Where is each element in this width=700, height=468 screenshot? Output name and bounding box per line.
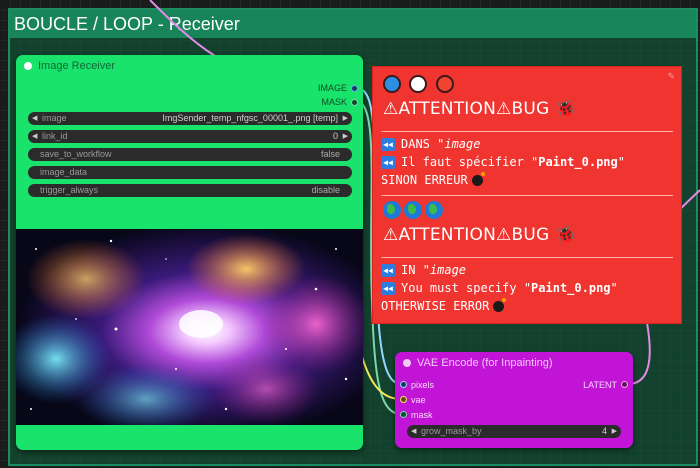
input-slot-vae[interactable] (400, 396, 407, 403)
arrow-left-icon[interactable]: ◀ (32, 130, 37, 143)
warning-icon: ⚠ (496, 99, 512, 119)
globe-icon (404, 201, 422, 219)
output-slot-image[interactable] (351, 85, 358, 92)
widget-label: image (42, 113, 67, 123)
node-title[interactable]: Image Receiver (16, 55, 363, 77)
link-id-number-widget[interactable]: ◀ link_id 0 ▶ (28, 130, 352, 143)
heading-fr: ⚠ATTENTION⚠BUG 🐞 (383, 99, 576, 119)
arrow-right-icon[interactable]: ▶ (612, 425, 617, 438)
node-title[interactable]: VAE Encode (for Inpainting) (395, 352, 633, 374)
fr-line-1: ◀◀ DANS "image (381, 137, 480, 151)
image-receiver-node[interactable]: Image Receiver IMAGE MASK ◀ image ImgSen… (16, 55, 363, 450)
warning-icon: ⚠ (496, 225, 512, 245)
input-label-pixels: pixels (411, 380, 435, 390)
globe-icon (425, 201, 443, 219)
group-title[interactable]: BOUCLE / LOOP - Receiver (10, 10, 696, 38)
vae-encode-node[interactable]: VAE Encode (for Inpainting) pixels vae m… (395, 352, 633, 448)
globe-row (383, 201, 446, 219)
red-circle-icon (435, 75, 454, 93)
globe-icon (383, 201, 401, 219)
widget-label: grow_mask_by (421, 426, 482, 436)
arrow-left-icon[interactable]: ◀ (32, 112, 37, 125)
color-circles (383, 75, 458, 93)
edit-icon[interactable]: ✎ (667, 71, 675, 82)
input-slot-mask[interactable] (400, 411, 407, 418)
output-label-mask: MASK (321, 97, 347, 107)
save-to-workflow-toggle[interactable]: save_to_workflow false (28, 148, 352, 161)
en-line-3: OTHERWISE ERROR (381, 298, 507, 313)
rewind-icon: ◀◀ (381, 156, 395, 169)
output-slot-latent[interactable] (621, 381, 628, 388)
heading-attention: ATTENTION (398, 99, 496, 119)
white-circle-icon (409, 75, 428, 93)
heading-en: ⚠ATTENTION⚠BUG 🐞 (383, 225, 576, 245)
fr-line-3: SINON ERREUR (381, 172, 485, 187)
node-title-text: Image Receiver (38, 60, 116, 72)
collapse-dot-icon[interactable] (24, 62, 32, 70)
nebula-image (16, 229, 363, 425)
input-slot-pixels[interactable] (400, 381, 407, 388)
en-line-2: ◀◀ You must specify "Paint_0.png" (381, 281, 618, 295)
bomb-icon (471, 172, 485, 186)
grow-mask-by-widget[interactable]: ◀ grow_mask_by 4 ▶ (407, 425, 621, 438)
warning-icon: ⚠ (383, 225, 399, 245)
widget-value: 4 (601, 426, 607, 436)
widget-label: trigger_always (40, 185, 99, 195)
arrow-right-icon[interactable]: ▶ (343, 112, 348, 125)
arrow-right-icon[interactable]: ▶ (343, 130, 348, 143)
trigger-always-toggle[interactable]: trigger_always disable (28, 184, 352, 197)
input-label-mask: mask (411, 410, 433, 420)
rewind-icon: ◀◀ (381, 282, 395, 295)
widget-value: disable (311, 185, 340, 195)
image-data-text-widget[interactable]: image_data (28, 166, 352, 179)
divider (381, 131, 673, 132)
warning-note[interactable]: ✎ ⚠ATTENTION⚠BUG 🐞 ◀◀ DANS "image ◀◀ Il fa… (372, 66, 682, 324)
widget-label: link_id (42, 131, 68, 141)
blue-circle-icon (383, 75, 401, 93)
divider (381, 257, 673, 258)
output-label-image: IMAGE (317, 83, 347, 93)
image-preview[interactable] (16, 229, 363, 425)
widget-value: false (320, 149, 340, 159)
widget-value: ImgSender_temp_nfgsc_00001_.png [temp] (162, 113, 338, 123)
divider (381, 195, 673, 196)
collapse-dot-icon[interactable] (403, 359, 411, 367)
widget-value: 0 (332, 131, 338, 141)
heading-bug: BUG (511, 99, 550, 119)
image-combo-widget[interactable]: ◀ image ImgSender_temp_nfgsc_00001_.png … (28, 112, 352, 125)
bug-icon: 🐞 (554, 99, 577, 119)
en-line-1: ◀◀ IN "image (381, 263, 466, 277)
warning-icon: ⚠ (383, 99, 399, 119)
node-title-text: VAE Encode (for Inpainting) (417, 357, 553, 369)
rewind-icon: ◀◀ (381, 264, 395, 277)
bug-icon: 🐞 (554, 225, 577, 245)
input-label-vae: vae (411, 395, 426, 405)
arrow-left-icon[interactable]: ◀ (411, 425, 416, 438)
rewind-icon: ◀◀ (381, 138, 395, 151)
heading-bug: BUG (511, 225, 550, 245)
widget-label: image_data (40, 167, 88, 177)
heading-attention: ATTENTION (398, 225, 496, 245)
output-label-latent: LATENT (583, 380, 617, 390)
fr-line-2: ◀◀ Il faut spécifier "Paint_0.png" (381, 155, 625, 169)
output-slot-mask[interactable] (351, 99, 358, 106)
widget-label: save_to_workflow (40, 149, 112, 159)
bomb-icon (493, 298, 507, 312)
